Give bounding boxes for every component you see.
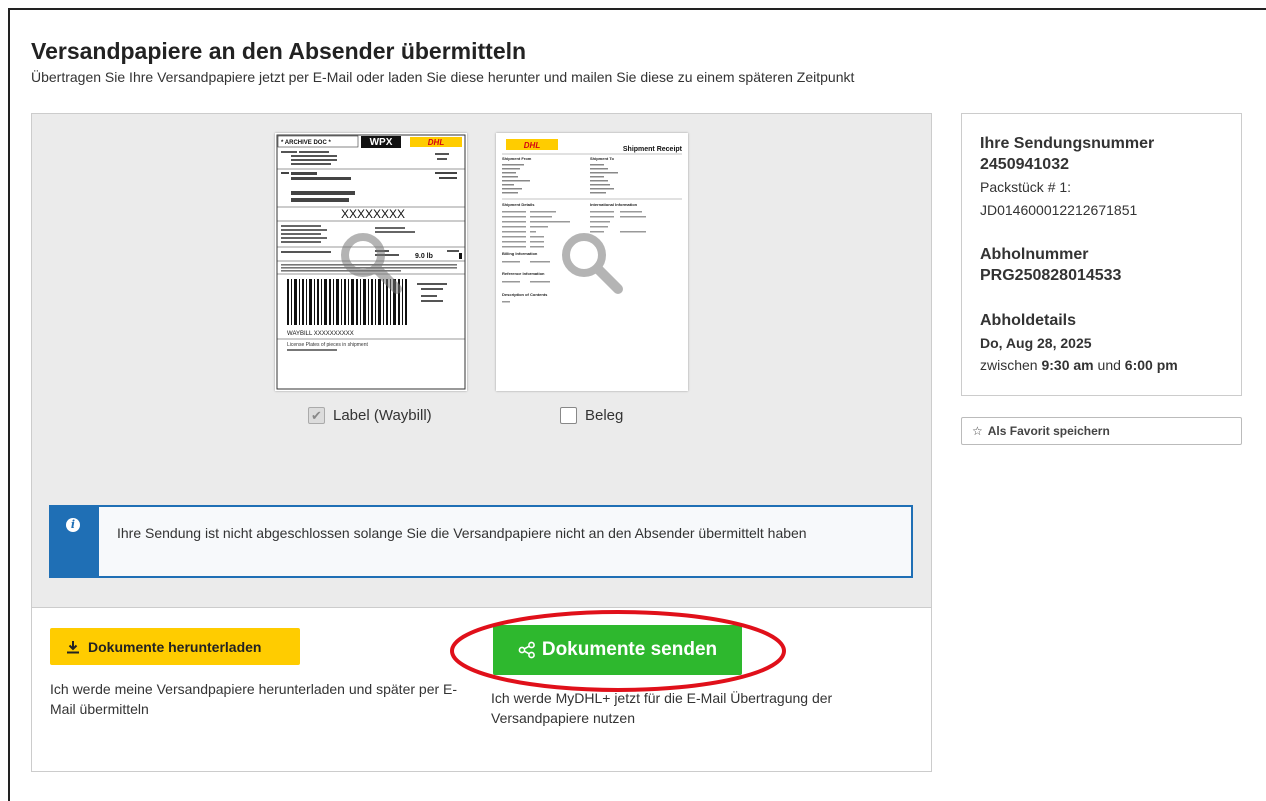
label-waybill-preview[interactable]: * ARCHIVE DOC * WPX DHL XXXXXXXX 9.0 lb … [275, 133, 467, 391]
pickup-between-text: zwischen [980, 357, 1038, 373]
magnifier-icon [341, 233, 402, 294]
send-documents-label: Dokumente senden [541, 639, 718, 660]
receipt-intl: International Information [590, 202, 638, 207]
receipt-reference: Reference Information [502, 271, 545, 276]
pickup-time-to: 6:00 pm [1124, 357, 1178, 373]
receipt-billing: Billing Information [502, 251, 538, 256]
magnifier-icon [562, 233, 623, 294]
label-waybill-checkbox[interactable]: ✔ [308, 407, 325, 424]
download-icon [67, 640, 79, 653]
info-message-strip: i [51, 507, 99, 576]
shipment-number-heading: Ihre Sendungsnummer [980, 135, 1155, 152]
pickup-time-window: zwischen 9:30 am und 6:00 pm [980, 355, 1178, 375]
receipt-to: Shipment To [590, 156, 614, 161]
waybill-archive-text: * ARCHIVE DOC * [281, 140, 331, 146]
receipt-checkbox-label: Beleg [585, 407, 624, 424]
download-description: Ich werde meine Versandpapiere herunterl… [50, 681, 458, 717]
page-subtitle: Übertragen Sie Ihre Versandpapiere jetzt… [31, 69, 855, 85]
waybill-big-code: XXXXXXXX [341, 207, 405, 221]
pickup-details-heading: Abholdetails [980, 312, 1077, 329]
pickup-number: PRG250828014533 [980, 267, 1122, 284]
star-icon: ☆ [972, 424, 983, 438]
info-message-box: i Ihre Sendung ist nicht abgeschlossen s… [49, 505, 913, 578]
pickup-and-text: und [1097, 357, 1121, 373]
receipt-contents: Description of Contents [502, 292, 548, 297]
info-icon: i [66, 518, 80, 532]
shipment-number: 2450941032 [980, 156, 1069, 173]
receipt-details: Shipment Details [502, 202, 535, 207]
page-title: Versandpapiere an den Absender übermitte… [31, 38, 527, 64]
receipt-heading: Shipment Receipt [623, 146, 683, 153]
pickup-number-heading: Abholnummer [980, 246, 1089, 263]
receipt-from: Shipment From [502, 156, 532, 161]
send-description: Ich werde MyDHL+ jetzt für die E-Mail Üb… [491, 690, 833, 726]
documents-panel: * ARCHIVE DOC * WPX DHL XXXXXXXX 9.0 lb … [31, 113, 932, 772]
label-waybill-option[interactable]: ✔ Label (Waybill) [308, 407, 432, 424]
save-favorite-label: Als Favorit speichern [987, 424, 1110, 438]
receipt-preview[interactable]: DHL Shipment Receipt Shipment From Shipm… [496, 133, 688, 391]
package-id: JD014600012212671851 [980, 202, 1138, 218]
waybill-product-code: WPX [370, 137, 393, 148]
download-documents-button[interactable]: Dokumente herunterladen [50, 628, 300, 665]
package-label: Packstück # 1: [980, 179, 1072, 195]
download-documents-label: Dokumente herunterladen [88, 638, 262, 655]
share-icon [518, 641, 535, 659]
receipt-checkbox[interactable] [560, 407, 577, 424]
receipt-option[interactable]: Beleg [560, 407, 623, 424]
pickup-date: Do, Aug 28, 2025 [980, 335, 1092, 351]
waybill-dhl-logo: DHL [428, 138, 445, 147]
save-favorite-button[interactable]: ☆ Als Favorit speichern [961, 417, 1242, 445]
send-documents-button[interactable]: Dokumente senden [493, 625, 742, 675]
waybill-plates-text: License Plates of pieces in shipment [287, 342, 368, 348]
waybill-number-text: WAYBILL XXXXXXXXXX [287, 331, 354, 337]
label-waybill-checkbox-label: Label (Waybill) [333, 407, 432, 424]
waybill-weight: 9.0 lb [415, 253, 433, 260]
shipment-summary-panel: Ihre Sendungsnummer 2450941032 Packstück… [961, 113, 1242, 396]
info-message-text: Ihre Sendung ist nicht abgeschlossen sol… [117, 525, 807, 541]
document-preview-area: * ARCHIVE DOC * WPX DHL XXXXXXXX 9.0 lb … [32, 114, 931, 608]
pickup-time-from: 9:30 am [1041, 357, 1094, 373]
receipt-dhl-logo: DHL [524, 141, 541, 150]
